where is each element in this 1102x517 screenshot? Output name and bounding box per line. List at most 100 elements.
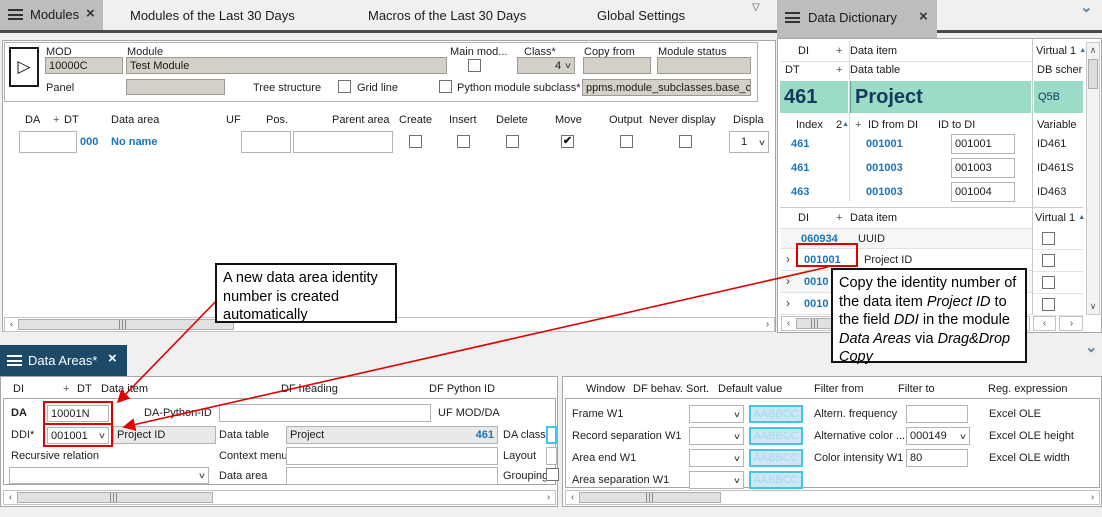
scroll-up-icon[interactable]: ∧ — [1087, 43, 1099, 58]
col-sort[interactable]: Sort. — [686, 383, 709, 395]
area-end-dropdown[interactable]: ∨ — [689, 449, 744, 467]
col-df-behav[interactable]: DF behav. — [633, 383, 683, 395]
index-row-from[interactable]: 001001 — [866, 138, 903, 150]
plus-icon[interactable]: + — [836, 64, 842, 76]
dd-col-data-table[interactable]: Data table — [850, 64, 900, 76]
frame-w1-color-field[interactable]: AABBCC — [749, 405, 803, 423]
recursive-relation-dropdown[interactable]: ∨ — [9, 467, 209, 484]
da-row-name[interactable]: No name — [111, 136, 157, 148]
grouping-checkbox[interactable] — [546, 468, 559, 481]
col-dt[interactable]: DT — [64, 114, 79, 126]
item-id[interactable]: 0010 — [804, 298, 828, 310]
index-row-id[interactable]: 461 — [791, 162, 809, 174]
tab-modules-label[interactable]: Modules — [30, 7, 79, 22]
dd-col-data-item[interactable]: Data item — [850, 45, 897, 57]
plus-icon[interactable]: + — [63, 383, 69, 395]
expander-icon[interactable]: › — [786, 274, 790, 288]
module-status-field[interactable] — [657, 57, 751, 74]
index-row-from[interactable]: 001003 — [866, 186, 903, 198]
dd-col-data-item[interactable]: Data item — [850, 212, 897, 224]
tab-data-areas[interactable]: Data Areas* × — [0, 345, 127, 376]
col-default-value[interactable]: Default value — [718, 383, 782, 395]
data-area-field[interactable] — [286, 467, 498, 485]
display-dropdown[interactable]: 1 ∨ — [729, 131, 769, 153]
index-row-id[interactable]: 461 — [791, 138, 809, 150]
grid-line-checkbox[interactable] — [338, 80, 351, 93]
dd-col-variable[interactable]: Variable — [1037, 119, 1077, 131]
area-end-color-field[interactable]: AABBCC — [749, 449, 803, 467]
col-uf[interactable]: UF — [226, 114, 241, 126]
dd-index-sort[interactable]: 2▲ — [836, 119, 849, 131]
delete-checkbox[interactable] — [506, 135, 519, 148]
menu-icon[interactable] — [7, 355, 22, 366]
tab-modules-last30[interactable]: Modules of the Last 30 Days — [130, 8, 295, 23]
panel-field[interactable] — [126, 79, 225, 95]
context-menu-field[interactable] — [286, 447, 498, 465]
plus-icon[interactable]: + — [855, 119, 861, 131]
scroll-down-icon[interactable]: ∨ — [1087, 299, 1099, 314]
index-row-to-input[interactable]: 001004 — [951, 182, 1015, 202]
dd-col-di[interactable]: DI — [798, 212, 809, 224]
item-id[interactable]: 0010 — [804, 276, 828, 288]
scroll-left-icon[interactable]: ‹ — [5, 318, 18, 331]
tab-overflow-icon[interactable]: ▽ — [752, 2, 760, 13]
scroll-right-icon[interactable]: › — [1086, 491, 1099, 504]
dd-col-di[interactable]: DI — [798, 45, 809, 57]
dd-col-id-from[interactable]: ID from DI — [868, 119, 918, 131]
module-field[interactable]: Test Module — [126, 57, 447, 74]
dd-virtual-scroll-right[interactable]: › — [1059, 316, 1083, 331]
col-output[interactable]: Output — [609, 114, 642, 126]
tab-global-settings[interactable]: Global Settings — [597, 8, 685, 23]
col-move[interactable]: Move — [555, 114, 582, 126]
col-display[interactable]: Displa — [733, 114, 764, 126]
da-row-parent-input[interactable] — [293, 131, 393, 153]
tab-data-areas-label[interactable]: Data Areas* — [28, 353, 97, 368]
tab-modules[interactable]: Modules × — [0, 0, 103, 30]
data-areas-left-hscrollbar[interactable]: ‹ › — [3, 490, 556, 505]
dd-virtual-scroll-left[interactable]: ‹ — [1033, 316, 1056, 331]
python-subclass-checkbox[interactable] — [439, 80, 452, 93]
move-checkbox[interactable]: ✔ — [561, 135, 574, 148]
python-subclass-field[interactable]: ppms.module_subclasses.base_clas — [582, 79, 751, 96]
col-delete[interactable]: Delete — [496, 114, 528, 126]
scroll-left-icon[interactable]: ‹ — [782, 317, 795, 330]
collapse-chevron-icon[interactable]: ⌄ — [1080, 0, 1093, 16]
dd-col-id-to[interactable]: ID to DI — [938, 119, 975, 131]
col-filter-to[interactable]: Filter to — [898, 383, 935, 395]
run-button[interactable]: ▷ — [9, 47, 39, 87]
col-di[interactable]: DI — [13, 383, 24, 395]
index-row-to-input[interactable]: 001001 — [951, 134, 1015, 154]
index-row-id[interactable]: 463 — [791, 186, 809, 198]
col-parent-area[interactable]: Parent area — [332, 114, 389, 126]
selected-table-name-cell[interactable]: Project — [850, 81, 1031, 113]
scroll-right-icon[interactable]: › — [1065, 317, 1078, 330]
insert-checkbox[interactable] — [457, 135, 470, 148]
virtual-checkbox[interactable] — [1042, 254, 1055, 267]
tab-data-dictionary[interactable]: Data Dictionary × — [777, 0, 937, 38]
scroll-thumb[interactable] — [17, 492, 213, 503]
main-mod-checkbox[interactable] — [468, 59, 481, 72]
expander-icon[interactable]: › — [786, 252, 790, 266]
copy-from-field[interactable] — [583, 57, 651, 74]
col-da[interactable]: DA — [25, 114, 40, 126]
class-dropdown[interactable]: 4 ∨ — [517, 57, 575, 74]
col-data-item[interactable]: Data item — [101, 383, 148, 395]
virtual-checkbox[interactable] — [1042, 276, 1055, 289]
item-name[interactable]: UUID — [858, 233, 885, 245]
scroll-left-icon[interactable]: ‹ — [1038, 317, 1051, 330]
index-row-variable[interactable]: ID463 — [1037, 186, 1066, 198]
dd-vscrollbar[interactable]: ∧ ∨ — [1086, 42, 1100, 315]
dd-col-index[interactable]: Index — [796, 119, 823, 131]
expander-icon[interactable]: › — [786, 296, 790, 310]
dd-col-virtual[interactable]: Virtual 1 ▲ — [1035, 212, 1085, 224]
plus-icon[interactable]: + — [836, 212, 842, 224]
close-icon[interactable]: × — [919, 10, 928, 24]
area-separation-dropdown[interactable]: ∨ — [689, 471, 744, 489]
index-row-variable[interactable]: ID461S — [1037, 162, 1074, 174]
tab-data-dictionary-label[interactable]: Data Dictionary — [808, 10, 897, 25]
mod-field[interactable]: 10000C — [45, 57, 123, 74]
create-checkbox[interactable] — [409, 135, 422, 148]
index-row-variable[interactable]: ID461 — [1037, 138, 1066, 150]
col-create[interactable]: Create — [399, 114, 432, 126]
scroll-thumb[interactable] — [18, 319, 234, 330]
